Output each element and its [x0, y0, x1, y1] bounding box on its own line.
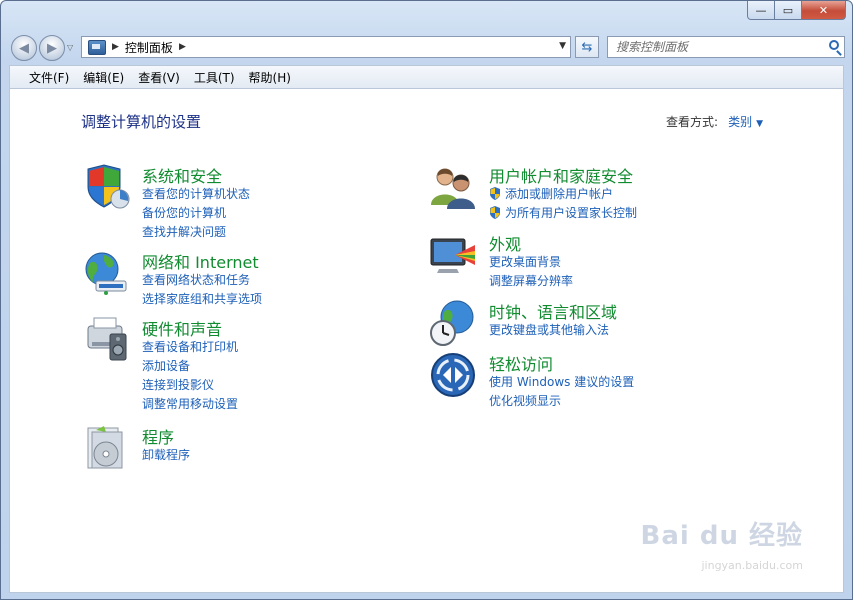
- view-by-label: 查看方式:: [666, 115, 719, 129]
- category-title[interactable]: 轻松访问: [489, 351, 553, 375]
- menu-file[interactable]: 文件(F): [22, 69, 76, 86]
- address-bar[interactable]: ▶ 控制面板 ▶ ▼: [81, 36, 571, 58]
- baidu-watermark: Bai du 经验: [640, 521, 803, 551]
- ease-of-access-icon: [431, 353, 475, 397]
- shield-computer-icon: [87, 164, 130, 209]
- link-change-desktop-background[interactable]: 更改桌面背景: [489, 253, 573, 272]
- link-add-device[interactable]: 添加设备: [142, 357, 238, 376]
- search-input[interactable]: [614, 39, 818, 55]
- control-panel-window: — ▭ ✕ ◀ ▶ ▽ ▶ 控制面板 ▶ ▼ ⇆ 文件(F) 编辑(E) 查看(…: [0, 0, 853, 600]
- category-title[interactable]: 系统和安全: [142, 163, 222, 187]
- breadcrumb-control-panel[interactable]: 控制面板: [125, 39, 173, 56]
- category-title[interactable]: 用户帐户和家庭安全: [489, 163, 633, 187]
- link-add-remove-accounts[interactable]: 添加或删除用户帐户: [489, 185, 637, 204]
- view-by: 查看方式: 类别 ▼: [666, 113, 763, 130]
- search-icon[interactable]: [829, 40, 839, 50]
- category-title[interactable]: 时钟、语言和区域: [489, 299, 617, 323]
- baidu-watermark-url: jingyan.baidu.com: [701, 559, 803, 572]
- category-title[interactable]: 网络和 Internet: [142, 249, 259, 273]
- link-troubleshoot[interactable]: 查找并解决问题: [142, 223, 250, 242]
- chevron-down-icon[interactable]: ▼: [756, 119, 763, 129]
- uac-shield-icon: [490, 187, 500, 200]
- programs-disc-icon: [87, 426, 123, 469]
- chevron-right-icon[interactable]: ▶: [112, 42, 119, 52]
- main-content: 调整计算机的设置 查看方式: 类别 ▼ 系统和安全 查看您的计算机状态 备份您的计算…: [9, 89, 844, 593]
- arrow-right-icon: ▶: [47, 40, 57, 56]
- navigation-bar: ◀ ▶ ▽ ▶ 控制面板 ▶ ▼ ⇆: [9, 31, 845, 61]
- link-uninstall-program[interactable]: 卸载程序: [142, 446, 190, 465]
- view-by-dropdown[interactable]: 类别: [728, 115, 752, 129]
- link-network-status[interactable]: 查看网络状态和任务: [142, 271, 262, 290]
- link-backup-computer[interactable]: 备份您的计算机: [142, 204, 250, 223]
- link-mobility-settings[interactable]: 调整常用移动设置: [142, 395, 238, 414]
- category-links: 查看设备和打印机 添加设备 连接到投影仪 调整常用移动设置: [142, 338, 238, 414]
- category-title[interactable]: 外观: [489, 231, 521, 255]
- link-adjust-resolution[interactable]: 调整屏幕分辨率: [489, 272, 573, 291]
- link-view-computer-status[interactable]: 查看您的计算机状态: [142, 185, 250, 204]
- refresh-button[interactable]: ⇆: [575, 36, 599, 58]
- control-panel-icon: [88, 39, 106, 55]
- menu-edit[interactable]: 编辑(E): [76, 69, 131, 86]
- category-links: 更改桌面背景 调整屏幕分辨率: [489, 253, 573, 291]
- link-change-keyboard-input[interactable]: 更改键盘或其他输入法: [489, 321, 609, 340]
- close-button[interactable]: ✕: [802, 1, 846, 20]
- category-links: 添加或删除用户帐户 为所有用户设置家长控制: [489, 185, 637, 223]
- arrow-left-icon: ◀: [19, 40, 29, 56]
- link-windows-suggested-settings[interactable]: 使用 Windows 建议的设置: [489, 373, 634, 392]
- recent-pages-dropdown[interactable]: ▽: [67, 43, 73, 52]
- title-buttons: — ▭ ✕: [747, 1, 846, 21]
- refresh-icon: ⇆: [581, 39, 593, 55]
- category-links: 查看您的计算机状态 备份您的计算机 查找并解决问题: [142, 185, 250, 242]
- minimize-button[interactable]: —: [747, 1, 775, 20]
- link-parental-controls[interactable]: 为所有用户设置家长控制: [489, 204, 637, 223]
- menu-help[interactable]: 帮助(H): [242, 69, 298, 86]
- globe-network-icon: [85, 252, 127, 295]
- chevron-down-icon[interactable]: ▼: [559, 41, 566, 51]
- category-title[interactable]: 硬件和声音: [142, 316, 222, 340]
- link-connect-projector[interactable]: 连接到投影仪: [142, 376, 238, 395]
- link-optimize-visual-display[interactable]: 优化视频显示: [489, 392, 634, 411]
- category-links: 卸载程序: [142, 446, 190, 465]
- category-links: 更改键盘或其他输入法: [489, 321, 609, 340]
- chevron-right-icon[interactable]: ▶: [179, 42, 186, 52]
- search-box[interactable]: [607, 36, 845, 58]
- forward-button[interactable]: ▶: [39, 35, 65, 61]
- link-label: 添加或删除用户帐户: [505, 187, 614, 201]
- category-title[interactable]: 程序: [142, 424, 174, 448]
- page-title: 调整计算机的设置: [81, 113, 202, 131]
- category-links: 使用 Windows 建议的设置 优化视频显示: [489, 373, 634, 411]
- clock-globe-icon: [430, 300, 474, 346]
- link-devices-printers[interactable]: 查看设备和打印机: [142, 338, 238, 357]
- link-homegroup-sharing[interactable]: 选择家庭组和共享选项: [142, 290, 262, 309]
- menu-tools[interactable]: 工具(T): [187, 69, 242, 86]
- maximize-button[interactable]: ▭: [775, 1, 802, 20]
- menu-bar: 文件(F) 编辑(E) 查看(V) 工具(T) 帮助(H): [9, 65, 844, 89]
- link-label: 为所有用户设置家长控制: [505, 206, 638, 220]
- printer-speaker-icon: [87, 317, 127, 361]
- uac-shield-icon: [490, 206, 500, 219]
- category-links: 查看网络状态和任务 选择家庭组和共享选项: [142, 271, 262, 309]
- monitor-palette-icon: [430, 238, 475, 273]
- back-button[interactable]: ◀: [11, 35, 37, 61]
- users-icon: [431, 168, 475, 209]
- menu-view[interactable]: 查看(V): [131, 69, 187, 86]
